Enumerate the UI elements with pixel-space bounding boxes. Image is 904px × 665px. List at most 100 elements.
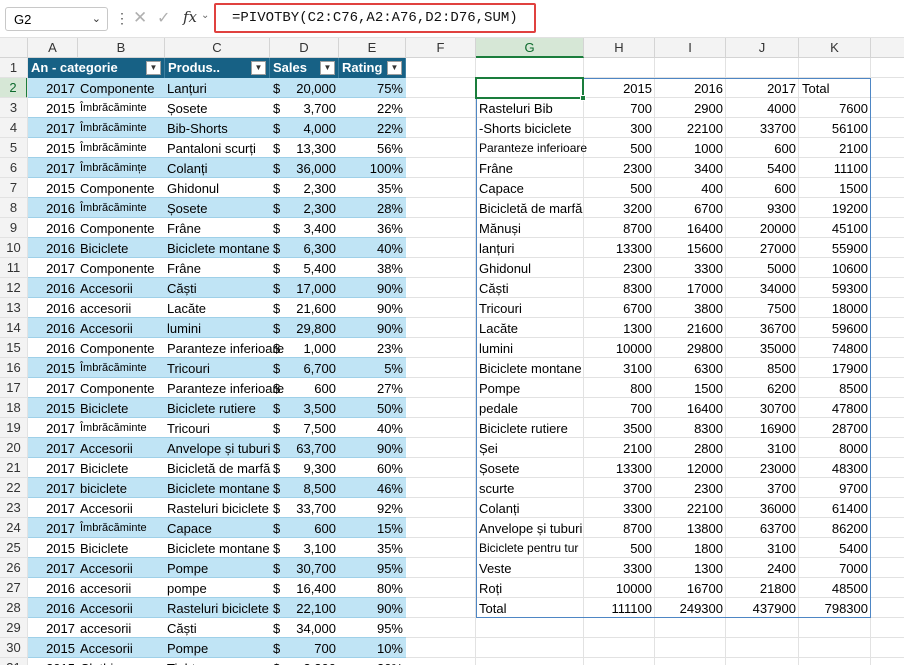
table-cell-product[interactable]: Anvelope și tuburi xyxy=(167,438,270,458)
pivot-value-cell[interactable]: 36000 xyxy=(726,498,799,518)
row-header-22[interactable]: 22 xyxy=(0,478,28,498)
table-cell-year[interactable]: 2016 xyxy=(28,218,78,238)
pivot-value-cell[interactable]: 21600 xyxy=(655,318,726,338)
row-header-5[interactable]: 5 xyxy=(0,138,28,158)
pivot-value-cell[interactable]: 5400 xyxy=(799,538,871,558)
select-all-corner[interactable] xyxy=(0,38,28,58)
table-cell-sales[interactable]: 3,700 xyxy=(270,98,339,118)
pivot-value-cell[interactable]: 61400 xyxy=(799,498,871,518)
pivot-row-label[interactable]: Tricouri xyxy=(479,298,522,318)
table-cell-year[interactable]: 2017 xyxy=(28,478,78,498)
table-cell-year[interactable]: 2015 xyxy=(28,138,78,158)
table-cell-product[interactable]: Tricouri xyxy=(167,358,210,378)
pivot-row-label[interactable]: Capace xyxy=(479,178,524,198)
pivot-value-cell[interactable]: 33700 xyxy=(726,118,799,138)
enter-check-icon[interactable]: ✓ xyxy=(157,8,170,28)
pivot-row-label[interactable]: Biciclete montane xyxy=(479,358,582,378)
cancel-icon[interactable]: ✕ xyxy=(133,8,147,28)
row-header-24[interactable]: 24 xyxy=(0,518,28,538)
pivot-value-cell[interactable]: 17900 xyxy=(799,358,871,378)
pivot-value-cell[interactable]: 3500 xyxy=(584,418,655,438)
pivot-value-cell[interactable]: 13800 xyxy=(655,518,726,538)
table-cell-category[interactable]: Componente xyxy=(80,178,154,198)
pivot-value-cell[interactable]: 300 xyxy=(584,118,655,138)
table-cell-year[interactable]: 2016 xyxy=(28,278,78,298)
column-header-f[interactable]: F xyxy=(406,38,476,58)
pivot-value-cell[interactable]: 7000 xyxy=(799,558,871,578)
insert-function-icon[interactable]: fx xyxy=(183,8,197,26)
table-cell-product[interactable]: Colanți xyxy=(167,158,207,178)
table-cell-product[interactable]: Paranteze inferioare xyxy=(167,338,284,358)
row-header-8[interactable]: 8 xyxy=(0,198,28,218)
column-header-d[interactable]: D xyxy=(270,38,339,58)
row-header-26[interactable]: 26 xyxy=(0,558,28,578)
table-cell-year[interactable]: 2016 xyxy=(28,198,78,218)
pivot-value-cell[interactable]: 111100 xyxy=(584,598,655,618)
pivot-value-cell[interactable]: 20000 xyxy=(726,218,799,238)
row-header-21[interactable]: 21 xyxy=(0,458,28,478)
table-cell-category[interactable]: Accesorii xyxy=(80,438,133,458)
table-cell-year[interactable]: 2017 xyxy=(28,158,78,178)
pivot-value-cell[interactable]: 16700 xyxy=(655,578,726,598)
pivot-value-cell[interactable]: 6700 xyxy=(655,198,726,218)
table-cell-rating[interactable]: 36% xyxy=(339,218,406,238)
table-cell-rating[interactable]: 50% xyxy=(339,398,406,418)
pivot-row-label[interactable]: Total xyxy=(479,598,506,618)
pivot-value-cell[interactable]: 74800 xyxy=(799,338,871,358)
pivot-value-cell[interactable]: 3300 xyxy=(584,498,655,518)
pivot-value-cell[interactable]: 48500 xyxy=(799,578,871,598)
table-cell-category[interactable]: accesorii xyxy=(80,298,131,318)
pivot-value-cell[interactable]: 8000 xyxy=(799,438,871,458)
table-cell-sales[interactable]: 3,100 xyxy=(270,538,339,558)
table-cell-category[interactable]: Biciclete xyxy=(80,238,128,258)
table-cell-category[interactable]: Componente xyxy=(80,218,154,238)
table-cell-category[interactable]: Componente xyxy=(80,378,154,398)
table-cell-category[interactable]: Accesorii xyxy=(80,498,133,518)
table-cell-sales[interactable]: 3,400 xyxy=(270,218,339,238)
pivot-value-cell[interactable]: 1800 xyxy=(655,538,726,558)
table-cell-rating[interactable]: 75% xyxy=(339,78,406,98)
table-cell-product[interactable]: Biciclete montane xyxy=(167,538,270,558)
pivot-value-cell[interactable]: 1500 xyxy=(655,378,726,398)
row-header-13[interactable]: 13 xyxy=(0,298,28,318)
pivot-header-cell[interactable]: 2015 xyxy=(584,78,655,98)
pivot-value-cell[interactable]: 3700 xyxy=(584,478,655,498)
pivot-value-cell[interactable]: 2900 xyxy=(655,98,726,118)
table-cell-product[interactable]: Bib-Shorts xyxy=(167,118,228,138)
pivot-value-cell[interactable]: 35000 xyxy=(726,338,799,358)
table-cell-product[interactable]: Șosete xyxy=(167,98,207,118)
pivot-row-label[interactable]: Șosete xyxy=(479,458,519,478)
pivot-row-label[interactable]: Mănuși xyxy=(479,218,521,238)
pivot-value-cell[interactable]: 7500 xyxy=(726,298,799,318)
table-cell-rating[interactable]: 95% xyxy=(339,618,406,638)
table-cell-year[interactable]: 2015 xyxy=(28,538,78,558)
table-cell-rating[interactable]: 90% xyxy=(339,278,406,298)
table-cell-rating[interactable]: 90% xyxy=(339,318,406,338)
row-header-7[interactable]: 7 xyxy=(0,178,28,198)
pivot-row-label[interactable]: Bicicletă de marfă xyxy=(479,198,582,218)
pivot-value-cell[interactable]: 29800 xyxy=(655,338,726,358)
pivot-value-cell[interactable]: 5400 xyxy=(726,158,799,178)
table-cell-product[interactable]: Biciclete montane xyxy=(167,238,270,258)
pivot-value-cell[interactable]: 2400 xyxy=(726,558,799,578)
pivot-value-cell[interactable]: 27000 xyxy=(726,238,799,258)
table-header-1[interactable]: Produs.. ▼ xyxy=(165,58,270,78)
pivot-row-label[interactable]: -Shorts biciclete xyxy=(479,118,571,138)
more-options-icon[interactable]: ⋮ xyxy=(115,10,129,27)
pivot-value-cell[interactable]: 2300 xyxy=(655,478,726,498)
row-header-23[interactable]: 23 xyxy=(0,498,28,518)
table-cell-year[interactable]: 2016 xyxy=(28,578,78,598)
table-cell-sales[interactable]: 30,700 xyxy=(270,558,339,578)
pivot-value-cell[interactable]: 6300 xyxy=(655,358,726,378)
pivot-value-cell[interactable]: 2100 xyxy=(584,438,655,458)
table-cell-sales[interactable]: 6,700 xyxy=(270,358,339,378)
row-header-4[interactable]: 4 xyxy=(0,118,28,138)
table-cell-product[interactable]: Șosete xyxy=(167,198,207,218)
row-header-29[interactable]: 29 xyxy=(0,618,28,638)
table-cell-sales[interactable]: 700 xyxy=(270,638,339,658)
pivot-value-cell[interactable]: 63700 xyxy=(726,518,799,538)
table-cell-category[interactable]: Accesorii xyxy=(80,318,133,338)
pivot-value-cell[interactable]: 6700 xyxy=(584,298,655,318)
table-cell-year[interactable]: 2015 xyxy=(28,398,78,418)
table-cell-rating[interactable]: 10% xyxy=(339,638,406,658)
